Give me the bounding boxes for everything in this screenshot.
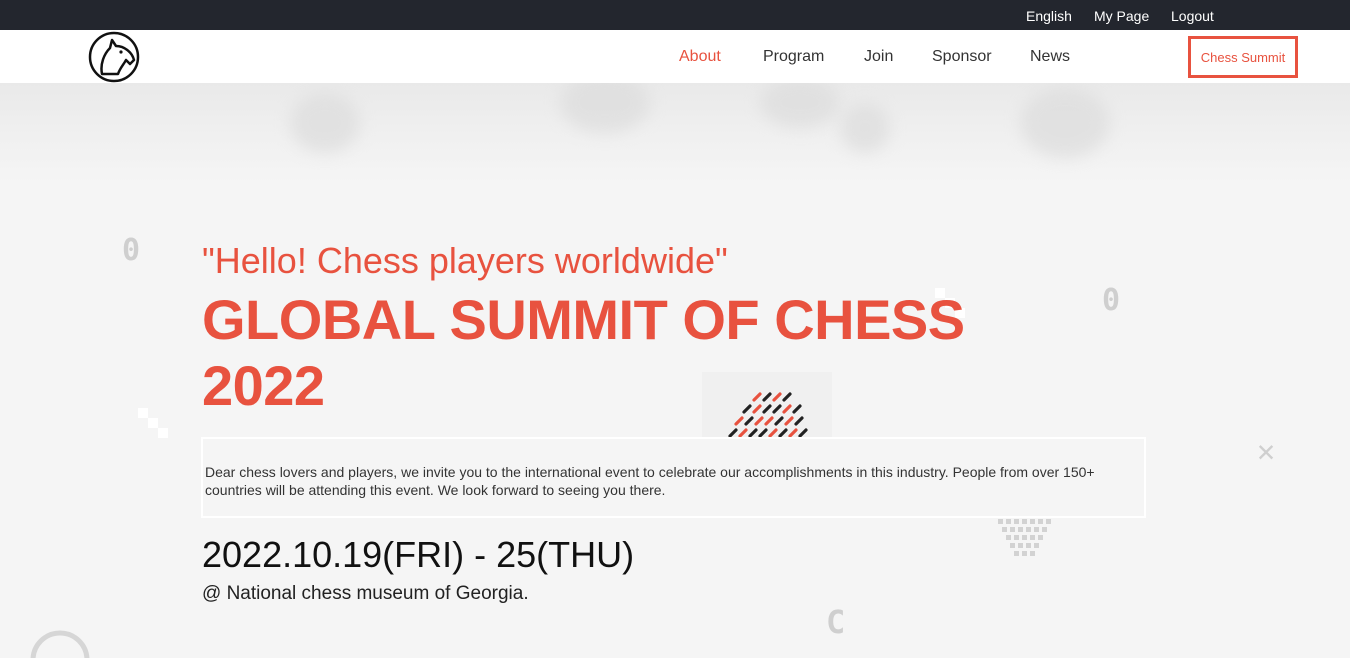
nav-item-sponsor[interactable]: Sponsor: [932, 48, 992, 66]
nav-item-news[interactable]: News: [1030, 48, 1070, 66]
event-date: 2022.10.19(FRI) - 25(THU): [202, 534, 635, 575]
cross-deco-icon: ✕: [1257, 434, 1276, 469]
knight-logo[interactable]: [86, 30, 142, 83]
chess-summit-button[interactable]: Chess Summit: [1188, 36, 1298, 78]
description-text: Dear chess lovers and players, we invite…: [205, 464, 1095, 498]
chess-pattern-graphic: [702, 372, 832, 438]
page-title: GLOBAL SUMMIT OF CHESS 2022: [202, 288, 965, 417]
hero-quote: "Hello! Chess players worldwide": [202, 240, 728, 281]
description-box: Dear chess lovers and players, we invite…: [201, 437, 1146, 518]
main-nav: About Program Join Sponsor News Chess Su…: [0, 30, 1350, 83]
logout-link[interactable]: Logout: [1171, 8, 1214, 24]
c-deco-icon: C: [826, 603, 846, 641]
my-page-link[interactable]: My Page: [1094, 8, 1149, 24]
knight-icon: [88, 31, 140, 83]
zero-deco-icon: 0: [122, 233, 141, 268]
event-venue: @ National chess museum of Georgia.: [202, 583, 529, 604]
nav-item-program[interactable]: Program: [763, 48, 824, 66]
nav-item-about[interactable]: About: [679, 48, 721, 66]
utility-bar: English My Page Logout: [0, 0, 1350, 30]
checker-deco-icon: [138, 408, 168, 438]
diamond-grid-deco-icon: [998, 519, 1051, 556]
nav-item-join[interactable]: Join: [864, 48, 893, 66]
hero-background-photo: [0, 83, 1350, 183]
language-link[interactable]: English: [1026, 8, 1072, 24]
circle-deco-icon: [30, 630, 90, 658]
zero-deco-icon: 0: [1102, 283, 1121, 318]
